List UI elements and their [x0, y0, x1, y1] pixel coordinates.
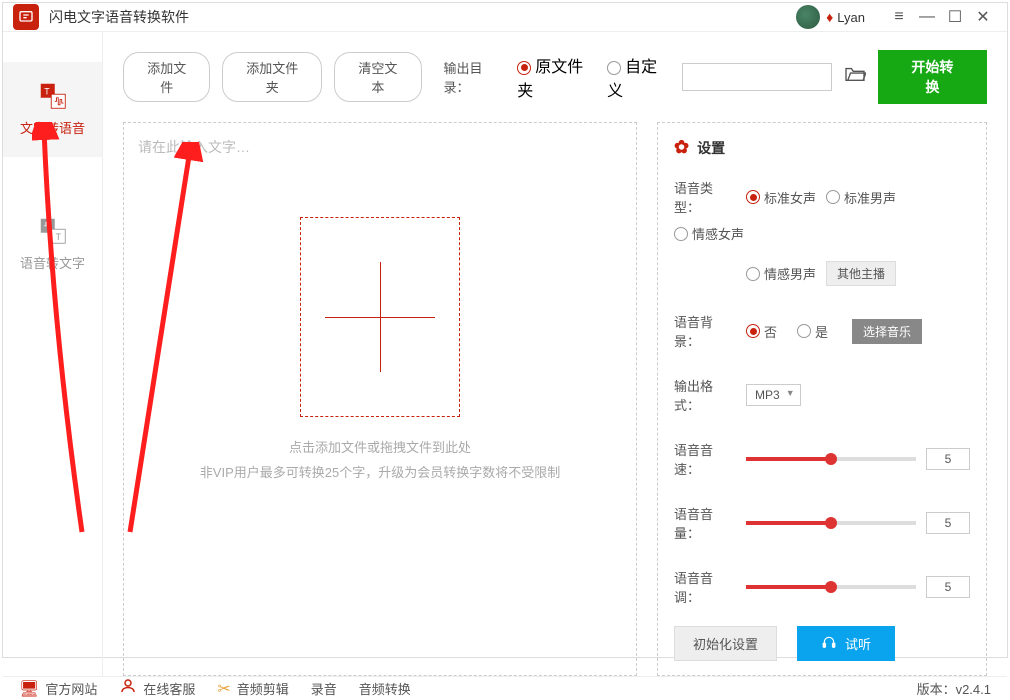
- support-icon: [119, 677, 137, 700]
- pitch-label: 语音音调：: [674, 568, 736, 606]
- version-label: 版本：v2.4.1: [917, 679, 991, 698]
- svg-text:T: T: [44, 86, 50, 96]
- app-title: 闪电文字语音转换软件: [49, 7, 796, 27]
- close-icon[interactable]: ✕: [969, 3, 997, 31]
- scissors-icon: ✂: [217, 679, 230, 699]
- online-support-link[interactable]: 在线客服: [119, 677, 195, 700]
- output-custom-radio[interactable]: 自定义: [607, 53, 670, 101]
- username[interactable]: Lyan: [837, 10, 865, 25]
- add-folder-button[interactable]: 添加文件夹: [222, 52, 322, 102]
- titlebar: 闪电文字语音转换软件 ♦ Lyan ≡ — ☐ ✕: [3, 3, 1007, 32]
- voice-type-emo-male[interactable]: 情感男声: [746, 264, 816, 283]
- voice-type-std-female[interactable]: 标准女声: [746, 188, 816, 207]
- tts-icon: T: [39, 82, 67, 110]
- stt-icon: T: [39, 217, 67, 245]
- minimize-icon[interactable]: —: [913, 3, 941, 31]
- vip-icon: ♦: [826, 9, 833, 25]
- volume-value[interactable]: 5: [926, 512, 970, 534]
- audio-convert-link[interactable]: 音频转换: [359, 679, 411, 698]
- browse-folder-icon[interactable]: [844, 65, 866, 89]
- other-anchor-button[interactable]: 其他主播: [826, 261, 896, 286]
- app-icon: [13, 4, 39, 30]
- gear-icon: ✿: [674, 137, 689, 158]
- voice-bg-no[interactable]: 否: [746, 322, 777, 341]
- sidebar-item-stt[interactable]: T 语音转文字: [3, 197, 102, 292]
- audio-edit-link[interactable]: ✂音频剪辑: [217, 679, 288, 699]
- text-dropzone[interactable]: 请在此输入文字… 点击添加文件或拖拽文件到此处 非VIP用户最多可转换25个字，…: [123, 122, 637, 676]
- drop-hint-2: 非VIP用户最多可转换25个字，升级为会员转换字数将不受限制: [138, 462, 622, 481]
- headphone-icon: [821, 635, 837, 652]
- sidebar: T 文字转语音 T 语音转文字: [3, 32, 103, 676]
- drop-target[interactable]: [300, 217, 460, 417]
- voice-bg-yes[interactable]: 是: [797, 322, 828, 341]
- speed-label: 语音音速：: [674, 440, 736, 478]
- voice-bg-label: 语音背景：: [674, 312, 736, 350]
- output-format-select[interactable]: MP3: [746, 384, 801, 406]
- sidebar-item-label: 文字转语音: [3, 118, 102, 137]
- toolbar: 添加文件 添加文件夹 清空文本 输出目录： 原文件夹 自定义 开始转换: [123, 50, 987, 104]
- listen-button[interactable]: 试听: [797, 626, 895, 661]
- monitor-icon: 🖥: [19, 679, 39, 699]
- speed-slider[interactable]: [746, 457, 916, 461]
- voice-type-emo-female[interactable]: 情感女声: [674, 224, 744, 243]
- settings-title: ✿ 设置: [674, 137, 970, 158]
- menu-icon[interactable]: ≡: [885, 3, 913, 31]
- start-convert-button[interactable]: 开始转换: [878, 50, 987, 104]
- settings-panel: ✿ 设置 语音类型： 标准女声 标准男声 情感女声 情感男声 其他主播: [657, 122, 987, 676]
- output-original-radio[interactable]: 原文件夹: [517, 53, 595, 101]
- sidebar-item-label: 语音转文字: [3, 253, 102, 272]
- svg-text:T: T: [55, 232, 61, 242]
- dropzone-placeholder: 请在此输入文字…: [138, 137, 622, 157]
- voice-type-label: 语音类型：: [674, 178, 736, 216]
- output-path-input[interactable]: [682, 63, 832, 91]
- record-link[interactable]: 录音: [311, 679, 337, 698]
- maximize-icon[interactable]: ☐: [941, 3, 969, 31]
- output-format-label: 输出格式：: [674, 376, 736, 414]
- clear-text-button[interactable]: 清空文本: [334, 52, 421, 102]
- official-site-link[interactable]: 🖥官方网站: [19, 679, 97, 699]
- pitch-value[interactable]: 5: [926, 576, 970, 598]
- avatar[interactable]: [796, 5, 820, 29]
- drop-hint-1: 点击添加文件或拖拽文件到此处: [138, 437, 622, 456]
- add-file-button[interactable]: 添加文件: [123, 52, 210, 102]
- plus-icon: [380, 262, 381, 372]
- select-music-button[interactable]: 选择音乐: [852, 319, 922, 344]
- speed-value[interactable]: 5: [926, 448, 970, 470]
- sidebar-item-tts[interactable]: T 文字转语音: [3, 62, 102, 157]
- footer: 🖥官方网站 在线客服 ✂音频剪辑 录音 音频转换 版本：v2.4.1: [3, 676, 1007, 700]
- pitch-slider[interactable]: [746, 585, 916, 589]
- volume-label: 语音音量：: [674, 504, 736, 542]
- output-dir-label: 输出目录：: [444, 58, 506, 96]
- init-settings-button[interactable]: 初始化设置: [674, 626, 777, 661]
- voice-type-std-male[interactable]: 标准男声: [826, 188, 896, 207]
- volume-slider[interactable]: [746, 521, 916, 525]
